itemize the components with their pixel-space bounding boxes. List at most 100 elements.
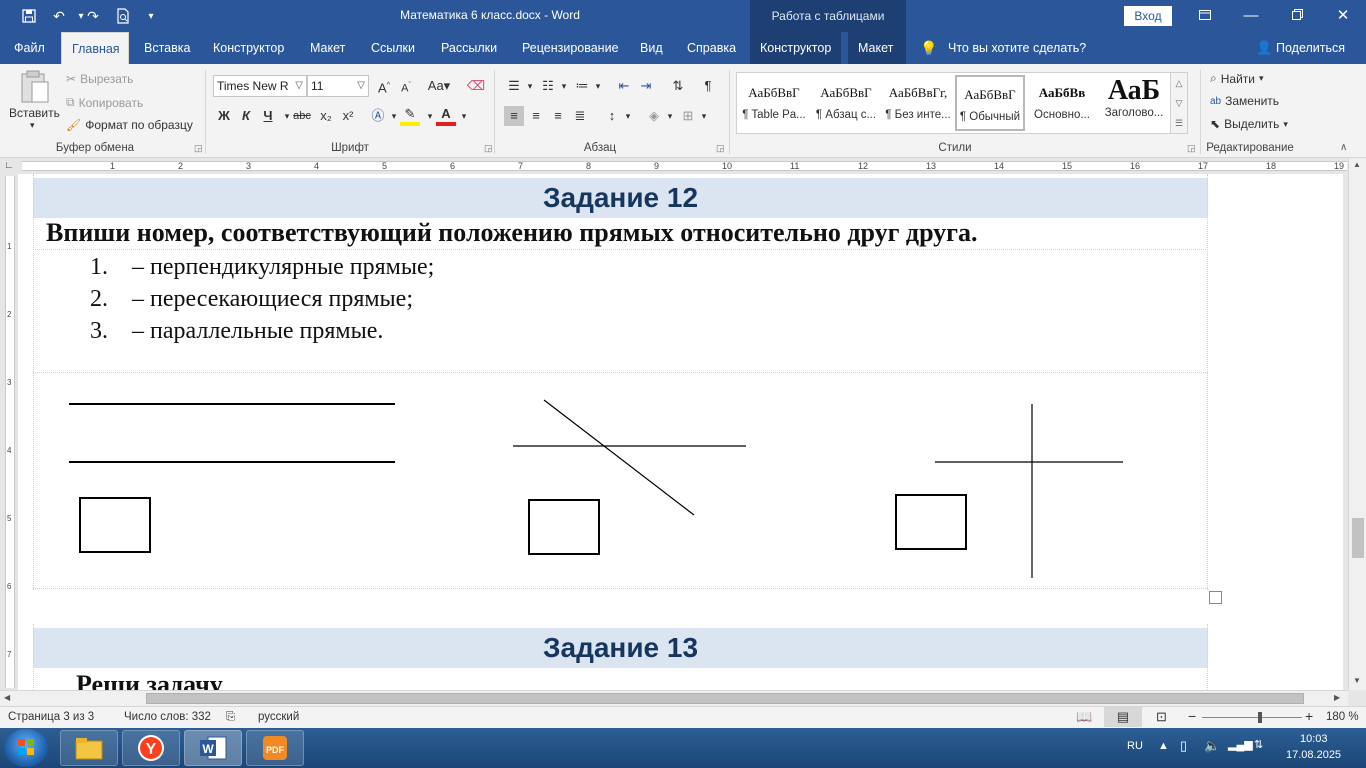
chevron-down-icon[interactable]: ▾ [588, 76, 608, 96]
paste-dropdown-icon[interactable]: ▾ [30, 120, 35, 131]
grow-font-icon[interactable]: A^ [374, 76, 394, 96]
language-indicator[interactable]: русский [258, 711, 299, 723]
print-preview-icon[interactable] [112, 6, 134, 26]
font-color-icon[interactable]: A [436, 106, 456, 126]
ribbon-display-icon[interactable] [1182, 0, 1228, 32]
pdf-tool-taskbar-icon[interactable]: PDF [246, 730, 304, 766]
tab-home[interactable]: Главная [61, 32, 129, 64]
style-table-paragraph[interactable]: АаБбВвГ ¶ Table Pa... [739, 75, 809, 131]
chevron-down-icon[interactable]: ▾ [694, 106, 714, 126]
volume-icon[interactable]: 🔈 [1204, 738, 1220, 754]
copy-button[interactable]: ⧉ Копировать [66, 95, 143, 110]
justify-icon[interactable]: ≣ [570, 106, 590, 126]
page[interactable]: Задание 12 Впиши номер, соответствующий … [18, 174, 1343, 690]
find-button[interactable]: ⌕ Найти ▾ [1210, 71, 1264, 86]
tab-design[interactable]: Конструктор [203, 32, 294, 64]
word-taskbar-icon[interactable]: W [184, 730, 242, 766]
zoom-slider-thumb[interactable] [1258, 712, 1262, 723]
select-button[interactable]: ⬉ Выделить ▾ [1210, 117, 1288, 131]
font-launcher-icon[interactable]: ◲ [484, 143, 493, 154]
tab-view[interactable]: Вид [630, 32, 673, 64]
chevron-down-icon[interactable]: ▾ [454, 106, 474, 126]
paragraph-launcher-icon[interactable]: ◲ [716, 143, 725, 154]
increase-indent-icon[interactable]: ⇥ [636, 76, 656, 96]
zoom-in-icon[interactable]: + [1305, 708, 1313, 724]
tell-me-search[interactable]: Что вы хотите сделать? [938, 32, 1096, 64]
ruler-track[interactable]: 1 2 3 4 5 6 7 8 9 10 11 12 13 14 15 16 17 18 19 [22, 161, 1347, 171]
style-normal[interactable]: АаБбВвГ ¶ Обычный [955, 75, 1025, 131]
clipboard-icon[interactable] [14, 70, 54, 106]
tab-file[interactable]: Файл [4, 32, 55, 64]
share-button[interactable]: Поделиться [1266, 32, 1355, 64]
table-resize-handle[interactable] [1209, 591, 1222, 604]
change-case-icon[interactable]: Aa▾ [426, 76, 452, 96]
clipboard-launcher-icon[interactable]: ◲ [194, 143, 203, 154]
zoom-out-icon[interactable]: − [1188, 708, 1196, 724]
collapse-ribbon-icon[interactable]: ∧ [1340, 142, 1347, 153]
scroll-left-icon[interactable]: ◀ [4, 693, 10, 702]
shrink-font-icon[interactable]: Aˇ [396, 76, 416, 96]
bold-button[interactable]: Ж [214, 106, 234, 126]
styles-gallery[interactable]: АаБбВвГ ¶ Table Pa... АаБбВвГ ¶ Абзац с...… [736, 72, 1188, 134]
chevron-down-icon[interactable]: ▾ [618, 106, 638, 126]
print-layout-icon[interactable]: ▤ [1104, 707, 1142, 727]
superscript-button[interactable]: x² [338, 106, 358, 126]
show-marks-icon[interactable]: ¶ [698, 76, 718, 96]
font-size-combo[interactable]: 11 ▽ [307, 75, 369, 97]
word-count[interactable]: Число слов: 332 [124, 711, 211, 723]
signal-icon[interactable]: ▂▄▆ [1228, 738, 1253, 751]
page-count[interactable]: Страница 3 из 3 [8, 711, 94, 723]
save-icon[interactable] [18, 6, 40, 26]
chevron-up-icon[interactable]: △ [1171, 73, 1187, 93]
vertical-scrollbar[interactable]: ▲ ▼ [1348, 158, 1366, 690]
align-left-icon[interactable]: ≡ [504, 106, 524, 126]
style-heading[interactable]: АаБ Заголово... [1099, 75, 1169, 131]
clear-formatting-icon[interactable]: ⌫ [466, 76, 486, 96]
tab-table-design[interactable]: Конструктор [750, 32, 842, 64]
start-button[interactable] [4, 729, 48, 767]
strikethrough-button[interactable]: abc [292, 106, 312, 126]
horizontal-scrollbar[interactable]: ◀ ▶ [0, 690, 1348, 706]
restore-icon[interactable] [1274, 0, 1320, 32]
vertical-scroll-thumb[interactable] [1352, 518, 1364, 558]
chevron-down-icon[interactable]: ▾ [660, 106, 680, 126]
style-body-text[interactable]: АаБбВв Основно... [1027, 75, 1097, 131]
style-no-spacing[interactable]: АаБбВвГг, ¶ Без инте... [883, 75, 953, 131]
device-icon[interactable]: ▯ [1180, 738, 1187, 754]
paste-button[interactable]: Вставить [9, 106, 60, 120]
network-icon[interactable]: ⇅ [1254, 738, 1263, 751]
font-name-combo[interactable]: Times New R ▽ [213, 75, 307, 97]
tab-help[interactable]: Справка [677, 32, 746, 64]
styles-launcher-icon[interactable]: ◲ [1187, 143, 1196, 154]
customize-qa-icon[interactable]: ▾ [140, 6, 162, 26]
tab-stop-selector-icon[interactable]: ∟ [4, 160, 14, 171]
scroll-right-icon[interactable]: ▶ [1334, 693, 1340, 702]
cut-button[interactable]: ✂ Вырезать [66, 72, 133, 86]
yandex-browser-taskbar-icon[interactable]: Y [122, 730, 180, 766]
format-painter-button[interactable]: 🖌 Формат по образцу [66, 118, 193, 132]
more-styles-icon[interactable]: ☰ [1171, 113, 1187, 133]
styles-scroll[interactable]: △ ▽ ☰ [1170, 72, 1188, 134]
chevron-down-icon[interactable]: ▾ [554, 76, 574, 96]
vertical-ruler-track[interactable]: 1 2 3 4 5 6 7 [5, 176, 15, 688]
decrease-indent-icon[interactable]: ⇤ [614, 76, 634, 96]
underline-button[interactable]: Ч [258, 106, 278, 126]
tab-mailings[interactable]: Рассылки [431, 32, 507, 64]
proofing-icon[interactable]: ⎘ [226, 711, 235, 724]
scroll-up-icon[interactable]: ▲ [1353, 160, 1361, 169]
close-icon[interactable]: ✕ [1320, 0, 1366, 32]
redo-icon[interactable]: ↷ [82, 6, 104, 26]
align-right-icon[interactable]: ≡ [548, 106, 568, 126]
horizontal-scroll-thumb[interactable] [146, 693, 1304, 704]
web-layout-icon[interactable]: ⊡ [1156, 709, 1167, 725]
chevron-down-icon[interactable]: ▽ [1171, 93, 1187, 113]
italic-button[interactable]: К [236, 106, 256, 126]
replace-button[interactable]: ab Заменить [1210, 94, 1279, 108]
input-language[interactable]: RU [1127, 740, 1143, 752]
clock-time[interactable]: 10:03 [1300, 733, 1328, 745]
align-center-icon[interactable]: ≡ [526, 106, 546, 126]
highlight-icon[interactable]: ✎ [400, 106, 420, 126]
sort-icon[interactable]: ⇅ [668, 76, 688, 96]
clock-date[interactable]: 17.08.2025 [1286, 749, 1341, 761]
tab-references[interactable]: Ссылки [361, 32, 425, 64]
